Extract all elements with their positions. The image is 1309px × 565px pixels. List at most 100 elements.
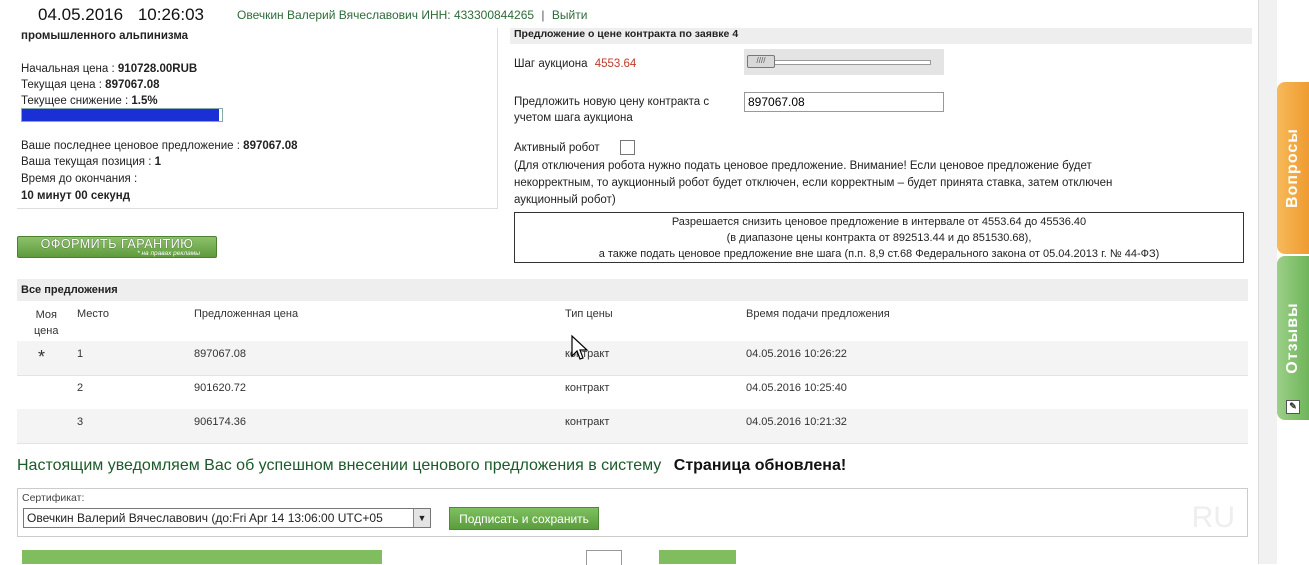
bottom-button2-partial[interactable]	[659, 550, 736, 564]
new-price-label-line1: Предложить новую цену контракта с	[514, 96, 710, 108]
separator: |	[541, 8, 545, 22]
bottom-button-partial[interactable]	[22, 550, 382, 564]
last-offer: Ваше последнее ценовое предложение : 897…	[21, 140, 298, 152]
user-name: Овечкин Валерий Вячеславович ИНН: 433300…	[237, 8, 535, 22]
chevron-down-icon[interactable]: ▼	[413, 509, 430, 527]
slider-handle[interactable]: ////	[747, 55, 775, 68]
pencil-icon: ✎	[1286, 400, 1300, 414]
robot-note-line2: некорректным, то аукционный робот будет …	[514, 177, 1113, 189]
offer-panel: Предложение о цене контракта по заявке 4…	[510, 28, 1252, 266]
time-left-value: 10 минут 00 секунд	[21, 190, 131, 202]
bids-title: Все предложения	[17, 279, 1248, 301]
decrease-label: Текущее снижение :	[21, 95, 129, 107]
bottom-controls-partial	[0, 550, 1309, 565]
lot-info-panel: промышленного альпинизма Начальная цена …	[17, 28, 498, 209]
new-price-label: Предложить новую цену контракта с учетом…	[514, 94, 709, 126]
datetime: 04.05.2016 10:26:03	[38, 5, 214, 25]
table-row: 3 906174.36 контракт 04.05.2016 10:21:32	[17, 409, 1248, 444]
progress-fill	[22, 109, 219, 121]
offer-header-text: Предложение о цене контракта по заявке	[514, 28, 730, 40]
guarantee-ad-note: * на правах рекламы	[137, 250, 200, 257]
row-place: 2	[77, 382, 84, 394]
robot-note-line1: (Для отключения робота нужно подать цено…	[514, 160, 1092, 172]
watermark: RU	[1191, 501, 1235, 534]
certificate-box: Сертификат: Овечкин Валерий Вячеславович…	[17, 488, 1248, 537]
current-position: Ваша текущая позиция : 1	[21, 156, 161, 168]
row-time: 04.05.2016 10:25:40	[746, 382, 847, 394]
vertical-scrollbar[interactable]	[1258, 0, 1277, 564]
row-price: 906174.36	[194, 416, 246, 428]
auction-step-label: Шаг аукциона	[514, 58, 588, 70]
success-notice: Настоящим уведомляем Вас об успешном вне…	[17, 457, 846, 475]
row-type: контракт	[565, 382, 610, 394]
col-place: Место	[77, 308, 109, 320]
reviews-tab[interactable]: Отзывы ✎	[1277, 256, 1309, 420]
reviews-tab-label: Отзывы	[1284, 302, 1301, 374]
current-date: 04.05.2016	[38, 5, 124, 24]
bid-number: 4	[732, 28, 739, 40]
offer-panel-header: Предложение о цене контракта по заявке 4	[510, 28, 1252, 44]
row-price: 901620.72	[194, 382, 246, 394]
top-bar: 04.05.2016 10:26:03 Овечкин Валерий Вяче…	[0, 0, 1309, 30]
last-offer-value: 897067.08	[243, 140, 298, 152]
row-place: 3	[77, 416, 84, 428]
position-label: Ваша текущая позиция :	[21, 156, 152, 168]
current-price-value: 897067.08	[105, 79, 160, 91]
start-price-label: Начальная цена :	[21, 63, 115, 75]
lot-title: промышленного альпинизма	[21, 30, 189, 42]
certificate-label: Сертификат:	[22, 492, 85, 504]
interval-line3: а также подать ценовое предложение вне ш…	[598, 248, 1160, 260]
new-price-label-line2: учетом шага аукциона	[514, 112, 633, 124]
current-price-label: Текущая цена :	[21, 79, 102, 91]
current-price: Текущая цена : 897067.08	[21, 79, 160, 91]
interval-line1: Разрешается снизить ценовое предложение …	[671, 216, 1087, 228]
robot-note: (Для отключения робота нужно подать цено…	[514, 158, 1244, 209]
current-time: 10:26:03	[137, 5, 205, 24]
certificate-selected: Овечкин Валерий Вячеславович (до:Fri Apr…	[27, 511, 383, 525]
row-time: 04.05.2016 10:26:22	[746, 348, 847, 360]
step-slider[interactable]: ////	[744, 49, 944, 75]
page-updated-status: Страница обновлена!	[673, 457, 847, 474]
auction-step: Шаг аукциона 4553.64	[514, 58, 636, 70]
row-place: 1	[77, 348, 84, 360]
table-row: 2 901620.72 контракт 04.05.2016 10:25:40	[17, 375, 1248, 410]
interval-line2: (в диапазоне цены контракта от 892513.44…	[726, 232, 1032, 244]
row-time: 04.05.2016 10:21:32	[746, 416, 847, 428]
robot-label: Активный робот	[514, 142, 600, 154]
time-left-label: Время до окончания :	[21, 173, 138, 185]
col-mine-line2: цена	[34, 325, 59, 337]
last-offer-label: Ваше последнее ценовое предложение :	[21, 140, 240, 152]
decrease-value: 1.5%	[131, 95, 158, 107]
table-row: * 1 897067.08 контракт 04.05.2016 10:26:…	[17, 341, 1248, 376]
mouse-cursor-icon	[571, 334, 589, 360]
start-price: Начальная цена : 910728.00RUB	[21, 63, 197, 75]
auction-step-value: 4553.64	[594, 58, 637, 70]
sign-and-save-button[interactable]: Подписать и сохранить	[449, 507, 599, 530]
user-info: Овечкин Валерий Вячеславович ИНН: 433300…	[237, 8, 587, 22]
questions-tab-label: Вопросы	[1284, 128, 1301, 208]
decrease-progress-bar	[21, 108, 223, 122]
row-type: контракт	[565, 416, 610, 428]
start-price-value: 910728.00RUB	[117, 63, 198, 75]
col-mine-line1: Моя	[35, 309, 57, 321]
bottom-input-partial[interactable]	[586, 550, 622, 565]
guarantee-button-label: ОФОРМИТЬ ГАРАНТИЮ	[40, 237, 194, 251]
row-price: 897067.08	[194, 348, 246, 360]
row-mine-marker: *	[38, 347, 46, 367]
active-robot-checkbox[interactable]	[620, 140, 635, 155]
certificate-select[interactable]: Овечкин Валерий Вячеславович (до:Fri Apr…	[23, 508, 431, 528]
slider-track	[754, 60, 931, 65]
guarantee-button[interactable]: ОФОРМИТЬ ГАРАНТИЮ * на правах рекламы	[17, 236, 217, 258]
new-price-input[interactable]	[744, 92, 944, 112]
logout-link[interactable]: Выйти	[552, 8, 588, 22]
position-value: 1	[154, 156, 162, 168]
col-time: Время подачи предложения	[746, 308, 890, 320]
col-type: Тип цены	[565, 308, 613, 320]
notice-message: Настоящим уведомляем Вас об успешном вне…	[17, 457, 662, 474]
all-bids-table: Все предложения Моя цена Место Предложен…	[17, 279, 1248, 444]
questions-tab[interactable]: Вопросы	[1277, 82, 1309, 254]
robot-note-line3: аукционный робот)	[514, 194, 616, 206]
col-price: Предложенная цена	[194, 308, 299, 320]
interval-info-box: Разрешается снизить ценовое предложение …	[514, 212, 1244, 263]
current-decrease: Текущее снижение : 1.5%	[21, 95, 158, 107]
